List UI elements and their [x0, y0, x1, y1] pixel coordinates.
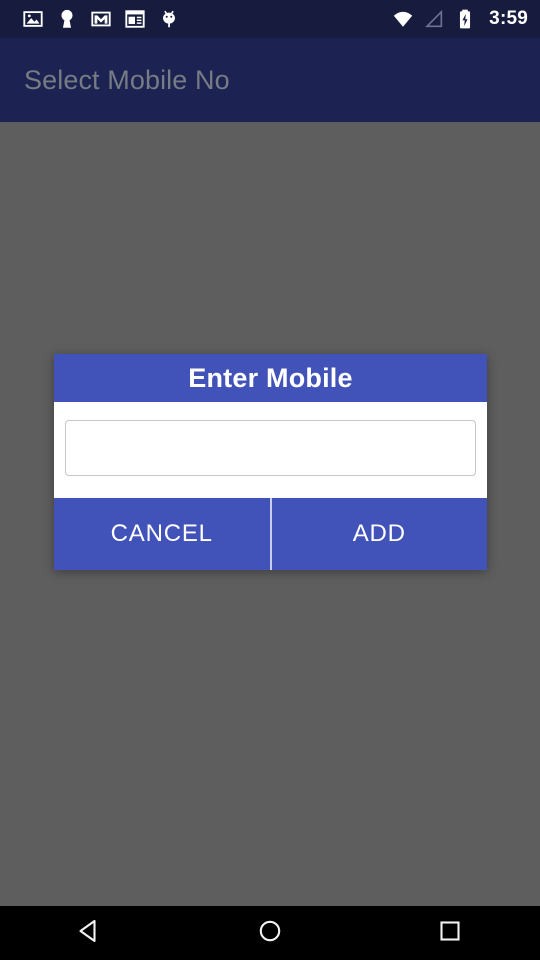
phone-screen: 3:59 Select Mobile No Mobile No.. this v… [0, 0, 540, 960]
system-navigation-bar [0, 906, 540, 960]
cell-signal-icon [423, 8, 445, 30]
dialog-body [54, 402, 487, 498]
dialog-title-bar: Enter Mobile [54, 354, 487, 402]
add-button[interactable]: ADD [271, 498, 487, 570]
back-button[interactable] [30, 906, 150, 960]
gmail-icon [90, 8, 112, 30]
status-bar: 3:59 [0, 0, 540, 38]
app-bar: Select Mobile No [0, 38, 540, 122]
home-icon [255, 916, 285, 951]
battery-charging-icon [454, 8, 476, 30]
dialog-title: Enter Mobile [188, 362, 353, 393]
status-bar-clock: 3:59 [489, 8, 528, 29]
recents-icon [435, 916, 465, 951]
back-icon [75, 916, 105, 951]
news-calendar-icon [124, 8, 146, 30]
recents-button[interactable] [390, 906, 510, 960]
enter-mobile-dialog: Enter Mobile CANCEL ADD [54, 354, 487, 570]
home-button[interactable] [210, 906, 330, 960]
status-bar-notification-icons [12, 8, 392, 30]
wifi-icon [392, 8, 414, 30]
status-bar-system-icons: 3:59 [392, 8, 528, 30]
android-bug-icon [158, 8, 180, 30]
page-title: Select Mobile No [24, 64, 230, 95]
cancel-button[interactable]: CANCEL [54, 498, 270, 570]
mobile-number-input[interactable] [65, 420, 476, 476]
dialog-button-row: CANCEL ADD [54, 498, 487, 570]
image-icon [22, 8, 44, 30]
keyhole-icon [56, 8, 78, 30]
